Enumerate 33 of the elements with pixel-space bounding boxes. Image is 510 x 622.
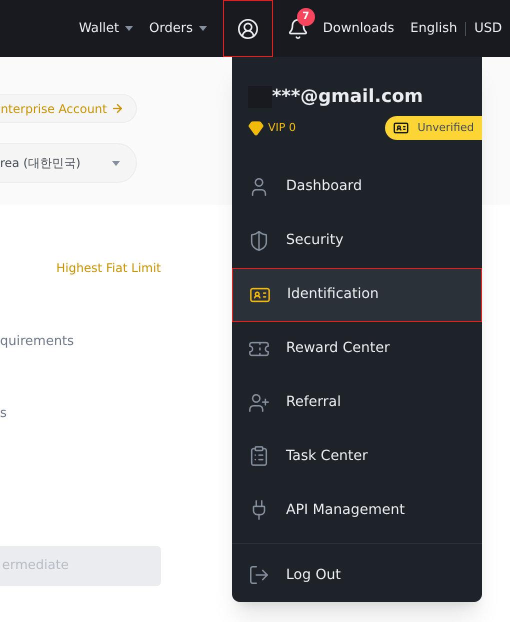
menu-item[interactable]: Identification [232,268,482,322]
downloads-link[interactable]: Downloads [322,18,394,38]
diamond-icon [248,120,264,136]
shield-icon [248,230,270,252]
caret-icon [112,160,120,166]
menu-item[interactable]: API Management [232,483,482,538]
profile-icon [236,18,259,40]
nav-menu[interactable]: Wallet [78,18,134,38]
account-email: ***@gmail.com [272,85,423,109]
requirements-text: quirements [0,333,75,351]
menu-item[interactable]: Task Center [232,429,482,484]
menu-item[interactable]: Referral [232,376,482,430]
notification-count: 7 [296,8,315,26]
menu-item[interactable]: Security [232,214,482,268]
verification-status-badge: Unverified [385,116,482,140]
person-plus-icon [248,392,270,414]
arrow-right-icon [111,102,124,115]
clipboard-icon [248,445,270,468]
menu-item[interactable]: Reward Center [232,322,482,376]
region-select[interactable]: rea (대한민국) [0,143,137,183]
menu-item[interactable]: Dashboard [232,160,482,214]
caret-icon [198,26,207,31]
list-text: s [0,404,8,422]
menu-item[interactable]: Log Out [232,548,482,602]
language-link[interactable]: English [410,18,458,38]
vip-level: VIP 0 [268,120,296,136]
bell-icon[interactable] [286,18,309,40]
nav-menu[interactable]: Orders [149,18,207,38]
highest-fiat-limit-label: Highest Fiat Limit [56,260,161,277]
profile-button[interactable] [222,0,273,57]
currency-link[interactable]: USD [474,18,502,38]
logout-icon [248,564,270,586]
caret-icon [125,26,134,31]
